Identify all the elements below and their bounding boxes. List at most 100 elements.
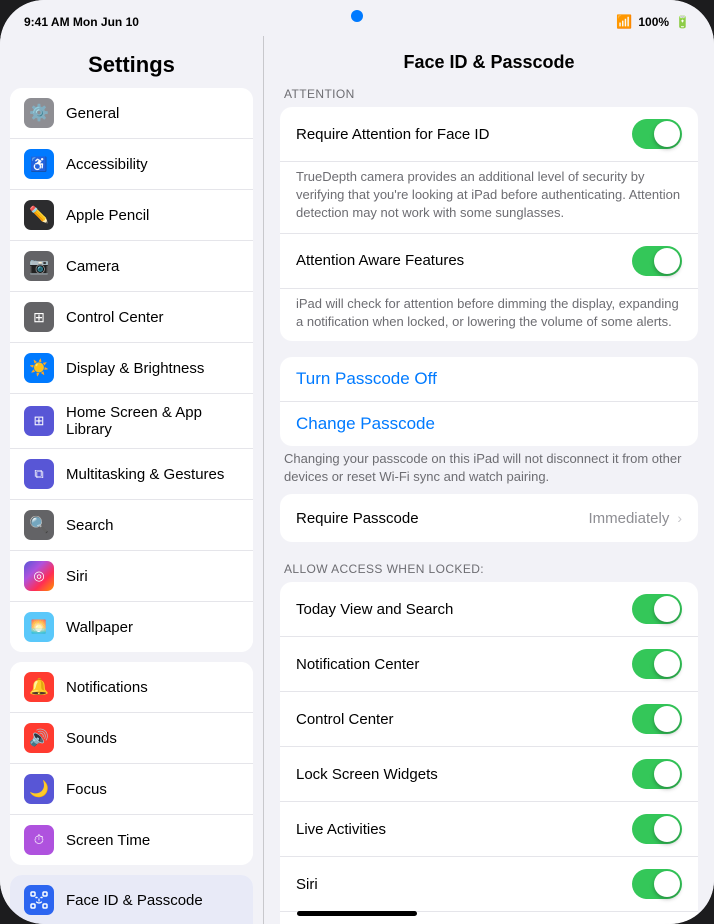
today-view-row: Today View and Search xyxy=(280,582,698,637)
sidebar-item-label: Multitasking & Gestures xyxy=(66,466,224,483)
grid-icon: ⊞ xyxy=(24,406,54,436)
attention-aware-row: Attention Aware Features xyxy=(280,234,698,289)
sidebar-item-label: Control Center xyxy=(66,309,164,326)
turn-passcode-off-link[interactable]: Turn Passcode Off xyxy=(280,357,698,402)
bell-icon: 🔔 xyxy=(24,672,54,702)
speaker-icon: 🔊 xyxy=(24,723,54,753)
lock-screen-widgets-label: Lock Screen Widgets xyxy=(296,766,632,783)
notification-center-toggle[interactable] xyxy=(632,649,682,679)
toggle-knob xyxy=(654,248,680,274)
attention-card: Require Attention for Face ID TrueDepth … xyxy=(280,107,698,341)
sidebar-item-wallpaper[interactable]: 🌅 Wallpaper xyxy=(10,602,253,652)
control-center-access-label: Control Center xyxy=(296,711,632,728)
sidebar-item-label: Apple Pencil xyxy=(66,207,149,224)
sidebar-item-display[interactable]: ☀️ Display & Brightness xyxy=(10,343,253,394)
sidebar-item-multitasking[interactable]: ⧉ Multitasking & Gestures xyxy=(10,449,253,500)
live-activities-label: Live Activities xyxy=(296,821,632,838)
require-passcode-value: Immediately xyxy=(588,510,669,527)
sidebar-item-label: Sounds xyxy=(66,730,117,747)
passcode-description: Changing your passcode on this iPad will… xyxy=(280,446,698,494)
control-center-access-row: Control Center xyxy=(280,692,698,747)
siri-access-row: Siri xyxy=(280,857,698,912)
allow-access-section: ALLOW ACCESS WHEN LOCKED: Today View and… xyxy=(280,558,698,924)
sidebar-item-home-screen[interactable]: ⊞ Home Screen & App Library xyxy=(10,394,253,449)
sidebar-item-sounds[interactable]: 🔊 Sounds xyxy=(10,713,253,764)
attention-section: ATTENTION Require Attention for Face ID … xyxy=(280,83,698,341)
attention-aware-description: iPad will check for attention before dim… xyxy=(280,289,698,341)
change-passcode-link[interactable]: Change Passcode xyxy=(280,402,698,446)
sidebar-item-screen-time[interactable]: ⏱ Screen Time xyxy=(10,815,253,865)
device-frame: 9:41 AM Mon Jun 10 📶 100% 🔋 Settings ⚙️ … xyxy=(0,0,714,924)
require-passcode-row[interactable]: Require Passcode Immediately › xyxy=(280,494,698,542)
sidebar-item-notifications[interactable]: 🔔 Notifications xyxy=(10,662,253,713)
require-attention-row: Require Attention for Face ID xyxy=(280,107,698,162)
sidebar-item-accessibility[interactable]: ♿ Accessibility xyxy=(10,139,253,190)
sidebar: Settings ⚙️ General ♿ Accessibility ✏️ A… xyxy=(0,36,264,924)
sidebar-item-label: General xyxy=(66,105,119,122)
sidebar-group-3: Face ID & Passcode 🤚 Privacy & Security xyxy=(10,875,253,924)
require-attention-description: TrueDepth camera provides an additional … xyxy=(280,162,698,233)
sidebar-item-label: Wallpaper xyxy=(66,619,133,636)
moon-icon: 🌙 xyxy=(24,774,54,804)
content-title: Face ID & Passcode xyxy=(264,36,714,83)
sidebar-item-face-id[interactable]: Face ID & Passcode xyxy=(10,875,253,924)
live-activities-toggle[interactable] xyxy=(632,814,682,844)
sidebar-item-label: Accessibility xyxy=(66,156,148,173)
status-indicators: 📶 100% 🔋 xyxy=(616,14,690,30)
status-time-date: 9:41 AM Mon Jun 10 xyxy=(24,15,139,29)
siri-icon: ◎ xyxy=(24,561,54,591)
wallpaper-icon: 🌅 xyxy=(24,612,54,642)
allow-access-card: Today View and Search Notification Cente… xyxy=(280,582,698,924)
sidebar-item-label: Camera xyxy=(66,258,119,275)
live-activities-row: Live Activities xyxy=(280,802,698,857)
allow-access-label: ALLOW ACCESS WHEN LOCKED: xyxy=(280,558,698,582)
sidebar-item-label: Notifications xyxy=(66,679,148,696)
face-id-icon xyxy=(24,885,54,915)
lock-screen-widgets-row: Lock Screen Widgets xyxy=(280,747,698,802)
require-attention-toggle[interactable] xyxy=(632,119,682,149)
sliders-icon: ⊞ xyxy=(24,302,54,332)
require-passcode-card: Require Passcode Immediately › xyxy=(280,494,698,542)
gear-icon: ⚙️ xyxy=(24,98,54,128)
sidebar-item-camera[interactable]: 📷 Camera xyxy=(10,241,253,292)
content-area: Face ID & Passcode ATTENTION Require Att… xyxy=(264,36,714,924)
accessibility-icon: ♿ xyxy=(24,149,54,179)
siri-access-toggle[interactable] xyxy=(632,869,682,899)
sidebar-item-label: Display & Brightness xyxy=(66,360,204,377)
sidebar-item-label: Face ID & Passcode xyxy=(66,892,203,909)
main-layout: Settings ⚙️ General ♿ Accessibility ✏️ A… xyxy=(0,36,714,924)
camera-icon: 📷 xyxy=(24,251,54,281)
siri-access-label: Siri xyxy=(296,876,632,893)
sidebar-item-general[interactable]: ⚙️ General xyxy=(10,88,253,139)
sidebar-group-1: ⚙️ General ♿ Accessibility ✏️ Apple Penc… xyxy=(10,88,253,652)
chevron-icon: › xyxy=(677,510,682,526)
sidebar-item-control-center[interactable]: ⊞ Control Center xyxy=(10,292,253,343)
attention-section-label: ATTENTION xyxy=(280,83,698,107)
control-center-access-toggle[interactable] xyxy=(632,704,682,734)
passcode-section: Turn Passcode Off Change Passcode Changi… xyxy=(280,357,698,542)
search-icon: 🔍 xyxy=(24,510,54,540)
attention-aware-label: Attention Aware Features xyxy=(296,252,632,269)
sidebar-item-label: Home Screen & App Library xyxy=(66,404,239,438)
sidebar-item-search[interactable]: 🔍 Search xyxy=(10,500,253,551)
pencil-icon: ✏️ xyxy=(24,200,54,230)
sidebar-item-label: Search xyxy=(66,517,114,534)
sidebar-item-focus[interactable]: 🌙 Focus xyxy=(10,764,253,815)
attention-aware-toggle[interactable] xyxy=(632,246,682,276)
notification-center-row: Notification Center xyxy=(280,637,698,692)
passcode-links-card: Turn Passcode Off Change Passcode xyxy=(280,357,698,446)
battery-icon: 🔋 xyxy=(675,15,690,29)
sidebar-title: Settings xyxy=(0,36,263,88)
notification-center-label: Notification Center xyxy=(296,656,632,673)
sun-icon: ☀️ xyxy=(24,353,54,383)
sidebar-item-siri[interactable]: ◎ Siri xyxy=(10,551,253,602)
sidebar-item-label: Screen Time xyxy=(66,832,150,849)
toggle-knob xyxy=(654,121,680,147)
require-passcode-label: Require Passcode xyxy=(296,510,588,527)
battery-percent: 100% xyxy=(638,15,669,29)
wifi-icon: 📶 xyxy=(616,14,632,30)
sidebar-item-apple-pencil[interactable]: ✏️ Apple Pencil xyxy=(10,190,253,241)
home-indicator xyxy=(297,911,417,916)
today-view-toggle[interactable] xyxy=(632,594,682,624)
lock-screen-widgets-toggle[interactable] xyxy=(632,759,682,789)
